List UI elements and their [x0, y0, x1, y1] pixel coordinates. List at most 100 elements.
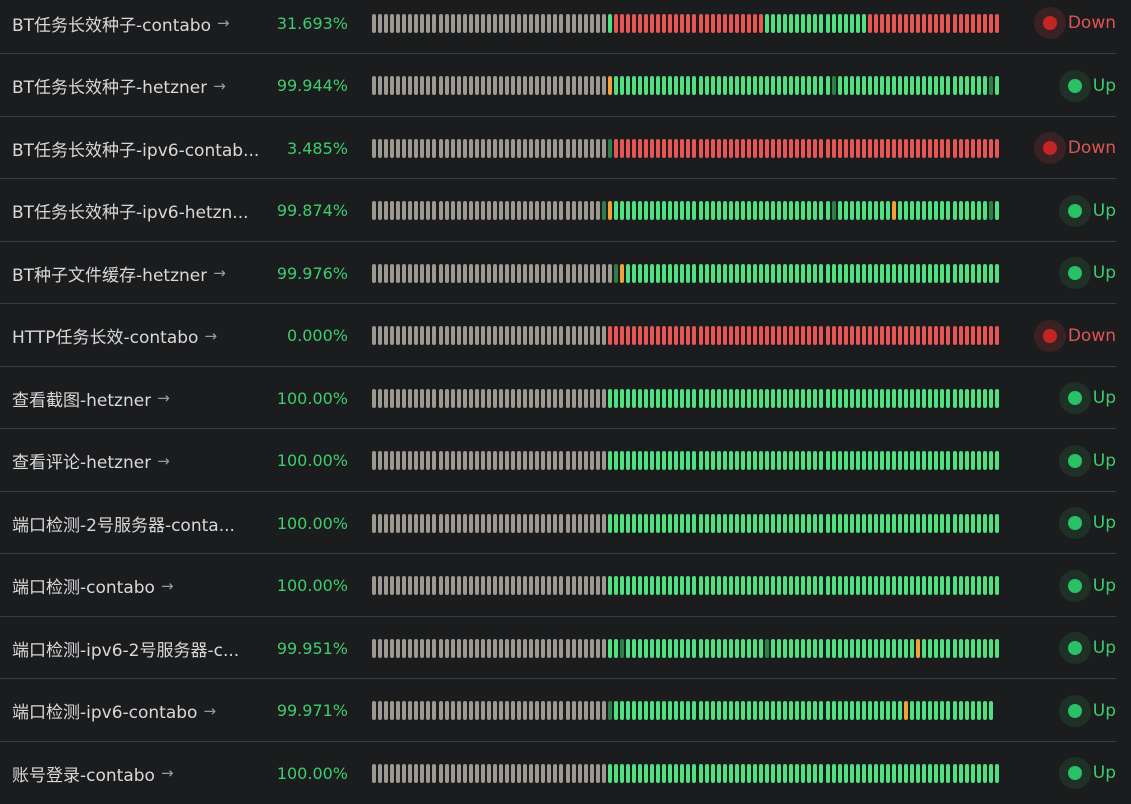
heartbeat-empty[interactable]: [505, 13, 510, 33]
heartbeat-up[interactable]: [849, 701, 854, 720]
heartbeat-up[interactable]: [879, 763, 884, 783]
heartbeat-empty[interactable]: [553, 326, 558, 345]
heartbeat-up[interactable]: [638, 576, 643, 595]
heartbeat-up[interactable]: [765, 263, 770, 283]
heartbeat-empty[interactable]: [583, 388, 588, 408]
heartbeat-empty[interactable]: [547, 76, 552, 95]
heartbeat-empty[interactable]: [565, 326, 570, 345]
heartbeat-empty[interactable]: [498, 513, 503, 533]
heartbeat-up[interactable]: [825, 201, 830, 220]
heartbeat-empty[interactable]: [438, 763, 443, 783]
heartbeat-empty[interactable]: [402, 513, 407, 533]
heartbeat-down[interactable]: [692, 138, 697, 158]
heartbeat-empty[interactable]: [595, 513, 600, 533]
heartbeat-empty[interactable]: [559, 513, 564, 533]
heartbeat-empty[interactable]: [474, 326, 479, 345]
heartbeat-empty[interactable]: [432, 76, 437, 95]
heartbeat-empty[interactable]: [583, 263, 588, 283]
heartbeat-empty[interactable]: [529, 388, 534, 408]
heartbeat-down[interactable]: [746, 138, 751, 158]
heartbeat-up[interactable]: [892, 76, 897, 95]
monitor-name-link[interactable]: 查看评论-hetzner →: [12, 430, 267, 492]
heartbeat-empty[interactable]: [505, 201, 510, 220]
heartbeat-up[interactable]: [813, 13, 818, 33]
heartbeat-up[interactable]: [861, 263, 866, 283]
heartbeat-up[interactable]: [819, 576, 824, 595]
heartbeat-up[interactable]: [867, 763, 872, 783]
heartbeat-empty[interactable]: [480, 513, 485, 533]
heartbeat-up[interactable]: [680, 76, 685, 95]
heartbeat-maint[interactable]: [619, 638, 624, 658]
heartbeat-empty[interactable]: [601, 326, 606, 345]
heartbeat-down[interactable]: [734, 138, 739, 158]
heartbeat-down[interactable]: [662, 326, 667, 345]
heartbeat-up[interactable]: [958, 763, 963, 783]
heartbeat-up[interactable]: [952, 388, 957, 408]
heartbeat-up[interactable]: [734, 701, 739, 720]
heartbeat-down[interactable]: [668, 13, 673, 33]
heartbeat-up[interactable]: [728, 701, 733, 720]
heartbeat-up[interactable]: [988, 638, 993, 658]
heartbeat-up[interactable]: [728, 638, 733, 658]
heartbeat-up[interactable]: [783, 513, 788, 533]
heartbeat-empty[interactable]: [589, 326, 594, 345]
heartbeat-down[interactable]: [867, 13, 872, 33]
heartbeat-empty[interactable]: [498, 201, 503, 220]
heartbeat-up[interactable]: [668, 451, 673, 470]
heartbeat-empty[interactable]: [396, 638, 401, 658]
heartbeat-up[interactable]: [644, 263, 649, 283]
heartbeat-empty[interactable]: [498, 138, 503, 158]
heartbeat-up[interactable]: [940, 201, 945, 220]
heartbeat-up[interactable]: [825, 701, 830, 720]
heartbeat-empty[interactable]: [553, 138, 558, 158]
heartbeat-empty[interactable]: [492, 76, 497, 95]
heartbeat-up[interactable]: [904, 513, 909, 533]
heartbeat-up[interactable]: [994, 263, 999, 283]
heartbeat-up[interactable]: [837, 388, 842, 408]
heartbeat-up[interactable]: [837, 451, 842, 470]
heartbeat-empty[interactable]: [541, 701, 546, 720]
heartbeat-empty[interactable]: [426, 326, 431, 345]
heartbeat-up[interactable]: [843, 763, 848, 783]
heartbeat-up[interactable]: [746, 201, 751, 220]
heartbeat-down[interactable]: [946, 326, 951, 345]
heartbeat-empty[interactable]: [535, 638, 540, 658]
heartbeat-up[interactable]: [892, 638, 897, 658]
heartbeat-up[interactable]: [922, 451, 927, 470]
heartbeat-up[interactable]: [928, 513, 933, 533]
heartbeat-empty[interactable]: [541, 263, 546, 283]
monitor-name-link[interactable]: 查看截图-hetzner →: [12, 367, 267, 429]
heartbeat-up[interactable]: [795, 263, 800, 283]
heartbeat-up[interactable]: [777, 451, 782, 470]
heartbeat-empty[interactable]: [480, 451, 485, 470]
heartbeat-empty[interactable]: [420, 76, 425, 95]
heartbeat-empty[interactable]: [553, 513, 558, 533]
heartbeat-down[interactable]: [698, 138, 703, 158]
heartbeat-up[interactable]: [831, 388, 836, 408]
heartbeat-empty[interactable]: [378, 638, 383, 658]
heartbeat-empty[interactable]: [372, 263, 376, 283]
monitor-row[interactable]: 端口检测-ipv6-contabo → 99.971% Up: [0, 680, 1131, 742]
heartbeat-down[interactable]: [873, 326, 878, 345]
heartbeat-up[interactable]: [873, 701, 878, 720]
heartbeat-up[interactable]: [686, 576, 691, 595]
heartbeat-up[interactable]: [777, 76, 782, 95]
heartbeat-up[interactable]: [686, 638, 691, 658]
heartbeat-empty[interactable]: [589, 451, 594, 470]
heartbeat-up[interactable]: [698, 76, 703, 95]
heartbeat-down[interactable]: [885, 326, 890, 345]
heartbeat-up[interactable]: [613, 638, 618, 658]
heartbeat-up[interactable]: [613, 701, 618, 720]
heartbeat-up[interactable]: [662, 513, 667, 533]
heartbeat-up[interactable]: [722, 701, 727, 720]
heartbeat-up[interactable]: [777, 513, 782, 533]
heartbeat-up[interactable]: [801, 638, 806, 658]
heartbeat-up[interactable]: [728, 201, 733, 220]
heartbeat-down[interactable]: [898, 13, 903, 33]
heartbeat-empty[interactable]: [396, 763, 401, 783]
heartbeat-down[interactable]: [916, 326, 921, 345]
heartbeat-empty[interactable]: [426, 263, 431, 283]
heartbeat-up[interactable]: [625, 388, 630, 408]
heartbeat-up[interactable]: [771, 201, 776, 220]
heartbeat-up[interactable]: [644, 388, 649, 408]
